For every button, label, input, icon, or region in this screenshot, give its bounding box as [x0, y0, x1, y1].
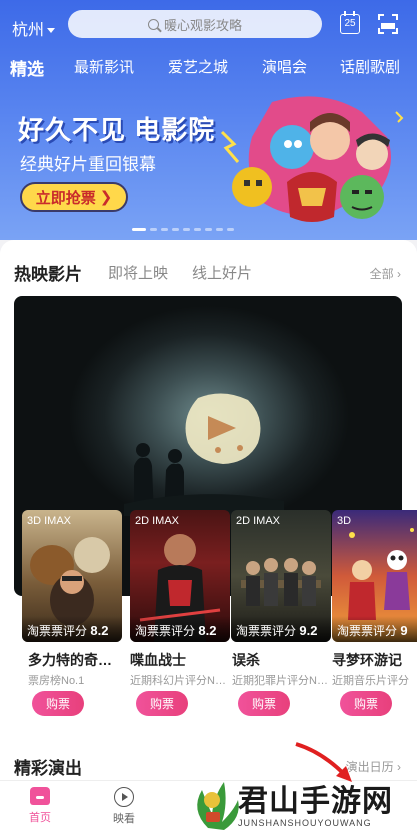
- all-movies-label: 全部: [369, 267, 394, 281]
- category-nav: 精选 最新影讯 爱艺之城 演唱会 话剧歌剧: [0, 56, 417, 84]
- top-bar: 杭州 暖心观影攻略 25: [0, 8, 417, 44]
- nav-watch[interactable]: 映看: [94, 787, 154, 826]
- buy-ticket-button[interactable]: 购票: [238, 691, 290, 716]
- scan-icon[interactable]: [378, 14, 398, 34]
- movie-title[interactable]: 误杀: [232, 650, 332, 670]
- movie-subtitle: 票房榜No.1: [28, 675, 85, 687]
- play-icon[interactable]: [178, 388, 268, 468]
- movie-subtitle: 近期犯罪片评分N…: [232, 675, 328, 687]
- category-tab-art-city[interactable]: 爱艺之城: [168, 56, 228, 77]
- header: 杭州 暖心观影攻略 25 精选 最新影讯 爱艺之城 演唱会 话剧歌剧 好久不见 …: [0, 0, 417, 240]
- banner-subline: 经典好片重回银幕: [20, 155, 156, 174]
- movie-subtitle: 近期音乐片评分: [332, 675, 409, 687]
- calendar-icon[interactable]: 25: [340, 11, 360, 34]
- buy-ticket-button[interactable]: 购票: [136, 691, 188, 716]
- movie-format: 2D IMAX: [236, 515, 281, 527]
- category-tab-drama[interactable]: 话剧歌剧: [340, 56, 400, 77]
- play-circle-icon: [114, 787, 134, 807]
- tab-now-showing[interactable]: 热映影片: [14, 260, 82, 285]
- banner-ticket-button[interactable]: 立即抢票 ❯: [20, 182, 128, 212]
- all-movies-link[interactable]: 全部 ›: [370, 265, 401, 282]
- movie-tabs: 热映影片 即将上映 线上好片 全部 ›: [0, 260, 417, 284]
- home-icon: [30, 787, 50, 805]
- movie-title[interactable]: 多力特的奇…: [28, 650, 128, 670]
- nav-watch-label: 映看: [113, 813, 135, 825]
- search-placeholder: 暖心观影攻略: [163, 17, 242, 33]
- movie-score: 淘票票评分 9.2: [231, 616, 331, 642]
- search-icon: [147, 18, 159, 30]
- calendar-day: 25: [344, 18, 356, 29]
- shows-section-title: 精彩演出: [14, 759, 82, 778]
- movie-format: 2D IMAX: [135, 515, 180, 527]
- movie-poster[interactable]: 2D IMAX 淘票票评分 9.2: [231, 510, 331, 642]
- banner-illustration[interactable]: [212, 92, 408, 232]
- category-tab-featured[interactable]: 精选: [10, 55, 44, 80]
- category-tab-concert[interactable]: 演唱会: [262, 56, 307, 77]
- movie-format: 3D: [337, 515, 352, 527]
- city-selector[interactable]: 杭州: [12, 16, 56, 40]
- search-bar[interactable]: 暖心观影攻略: [68, 10, 322, 38]
- movie-score: 淘票票评分 9: [332, 616, 417, 642]
- movie-score: 淘票票评分 8.2: [22, 616, 122, 642]
- movie-title[interactable]: 喋血战士: [130, 650, 230, 670]
- caret-down-icon: [47, 28, 56, 34]
- movie-poster[interactable]: 3D IMAX 淘票票评分 8.2: [22, 510, 122, 642]
- nav-home-label: 首页: [29, 812, 51, 824]
- nav-home[interactable]: 首页: [10, 787, 70, 825]
- tab-coming-soon[interactable]: 即将上映: [108, 262, 168, 283]
- main-content: 热映影片 即将上映 线上好片 全部 › 3D IMAX 淘票票评分 8.2 多力…: [0, 240, 417, 780]
- chevron-right-icon: ❯: [99, 189, 113, 206]
- watermark-text: 君山手游网: [238, 785, 393, 818]
- buy-ticket-button[interactable]: 购票: [32, 691, 84, 716]
- movie-poster[interactable]: 2D IMAX 淘票票评分 8.2: [130, 510, 230, 642]
- banner-pager: [132, 228, 242, 232]
- movie-format: 3D IMAX: [27, 515, 72, 527]
- movie-title[interactable]: 寻梦环游记: [332, 650, 417, 670]
- banner-headline: 好久不见 电影院: [18, 115, 216, 145]
- banner-ticket-label: 立即抢票: [35, 189, 96, 207]
- movie-score: 淘票票评分 8.2: [130, 616, 230, 642]
- movie-poster[interactable]: 3D 淘票票评分 9: [332, 510, 417, 642]
- buy-ticket-button[interactable]: 购票: [340, 691, 392, 716]
- city-label: 杭州: [12, 22, 45, 39]
- movie-subtitle: 近期科幻片评分N…: [130, 675, 226, 687]
- category-tab-news[interactable]: 最新影讯: [74, 56, 134, 77]
- watermark-subtext: JUNSHANSHOUYOUWANG: [238, 818, 372, 828]
- movie-carousel: 3D IMAX 淘票票评分 8.2 多力特的奇… 票房榜No.1 购票 2D I…: [22, 510, 417, 716]
- tab-online[interactable]: 线上好片: [192, 262, 252, 283]
